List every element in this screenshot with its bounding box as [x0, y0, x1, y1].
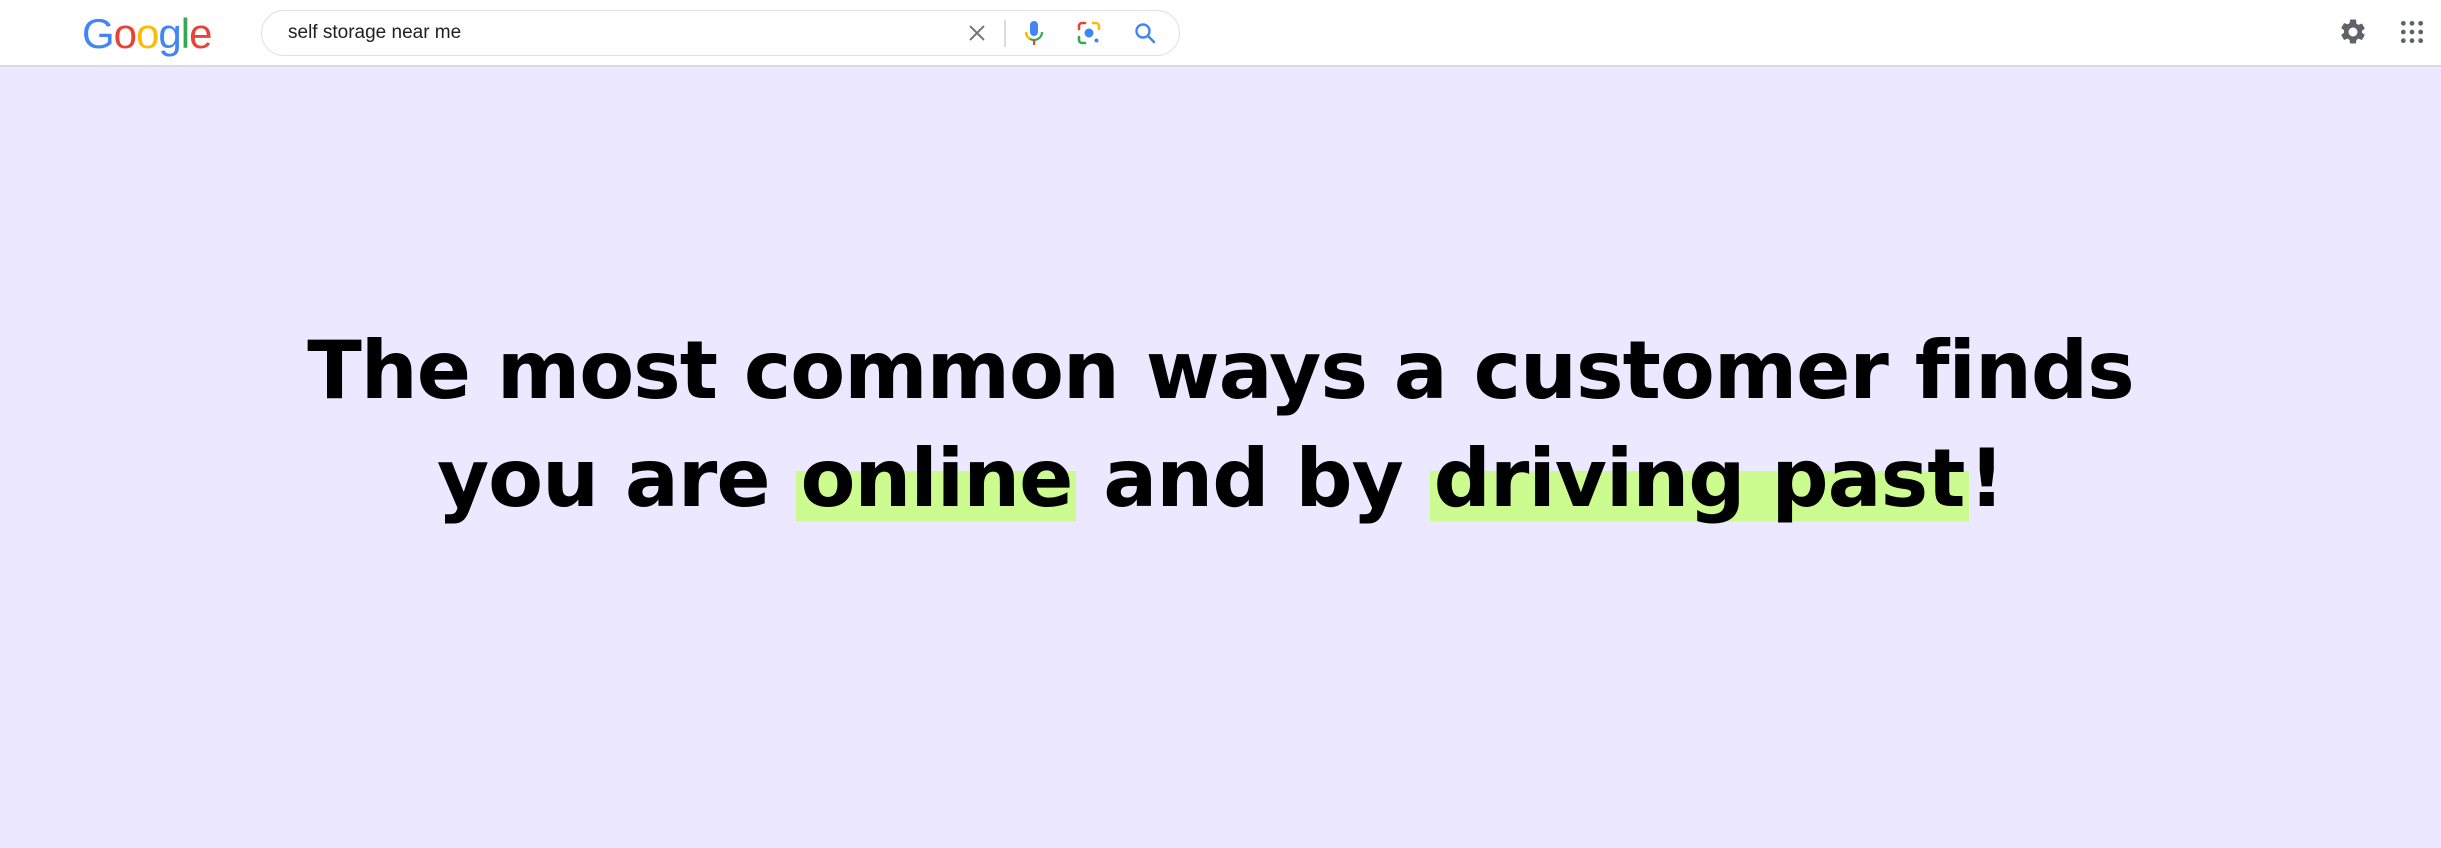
highlight-driving-past: driving past [1429, 432, 1969, 525]
microphone-icon[interactable] [1019, 18, 1049, 48]
headline: The most common ways a customer finds yo… [0, 317, 2441, 533]
headline-line2-part2: and by [1076, 432, 1430, 525]
lens-icon[interactable] [1074, 18, 1104, 48]
search-input[interactable] [288, 11, 948, 55]
close-icon[interactable] [962, 18, 992, 48]
apps-grid-icon[interactable] [2396, 16, 2428, 48]
logo-letter: o [113, 10, 137, 57]
logo-letter: e [189, 10, 212, 57]
headline-line2-part3: ! [1968, 432, 2005, 525]
logo-letter: G [82, 10, 115, 57]
logo-letter: g [158, 10, 181, 57]
search-box[interactable] [261, 10, 1180, 56]
top-bar: Google [0, 0, 2441, 67]
logo-letter: o [136, 10, 159, 57]
google-logo[interactable]: Google [82, 10, 212, 58]
search-icon[interactable] [1130, 18, 1160, 48]
headline-line1: The most common ways a customer finds [307, 324, 2135, 417]
headline-line2-part1: you are [437, 432, 797, 525]
highlight-online: online [796, 432, 1077, 525]
search-divider [1004, 20, 1006, 47]
gear-icon[interactable] [2337, 16, 2369, 48]
logo-letter: l [180, 10, 190, 57]
hero-section: The most common ways a customer finds yo… [0, 67, 2441, 848]
